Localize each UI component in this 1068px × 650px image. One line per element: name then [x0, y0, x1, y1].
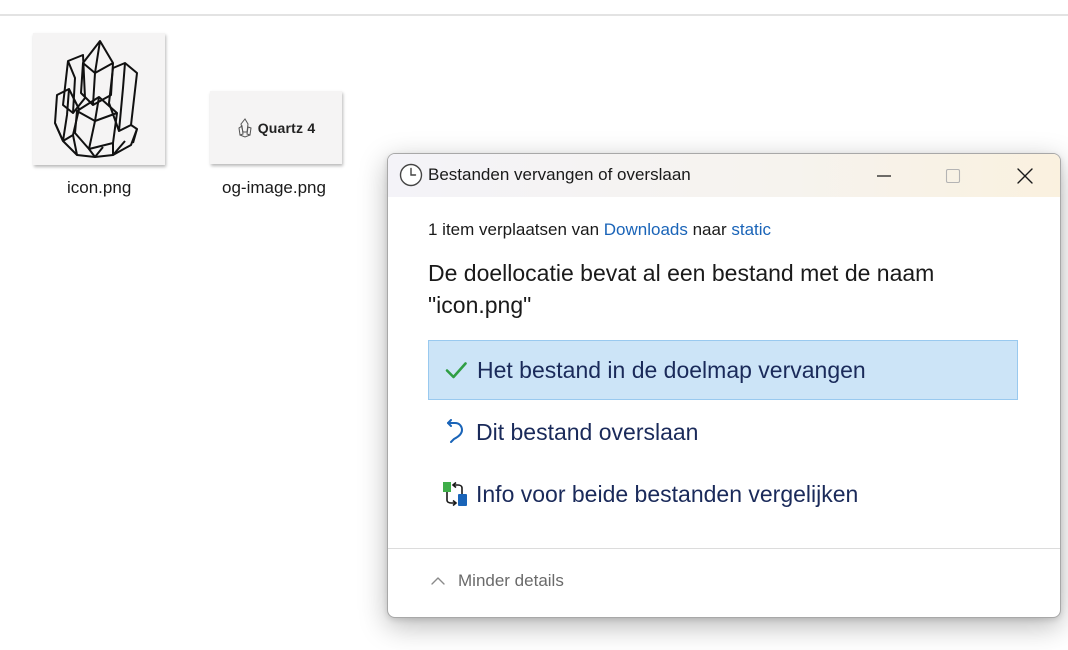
- thumbnail-icon-png: [33, 33, 165, 165]
- file-name-label: og-image.png: [222, 178, 326, 197]
- file-name-label: icon.png: [67, 178, 132, 197]
- target-folder-link[interactable]: static: [731, 220, 771, 239]
- option-skip-label: Dit bestand overslaan: [476, 418, 699, 445]
- option-replace[interactable]: Het bestand in de doelmap vervangen: [428, 340, 1018, 400]
- close-icon: [1017, 167, 1033, 184]
- dialog-titlebar[interactable]: Bestanden vervangen of overslaan: [388, 154, 1060, 197]
- option-replace-label: Het bestand in de doelmap vervangen: [477, 356, 866, 383]
- option-compare-label: Info voor beide bestanden vergelijken: [476, 480, 859, 507]
- minimize-button[interactable]: [850, 154, 918, 197]
- dialog-title: Bestanden vervangen of overslaan: [428, 165, 691, 184]
- footer-divider: [388, 548, 1060, 549]
- conflict-heading: De doellocatie bevat al een bestand met …: [428, 260, 935, 318]
- crystal-drawing-icon: [54, 40, 138, 158]
- og-preview-title: Quartz 4: [257, 119, 316, 136]
- details-toggle-label: Minder details: [458, 571, 564, 590]
- maximize-icon: [945, 168, 961, 183]
- details-toggle[interactable]: Minder details: [430, 571, 564, 591]
- move-summary-middle: naar: [687, 220, 732, 239]
- replace-or-skip-dialog: Bestanden vervangen of overslaan 1 item …: [387, 153, 1061, 618]
- compare-icon: [442, 481, 468, 507]
- minimize-icon: [877, 174, 891, 177]
- option-compare[interactable]: Info voor beide bestanden vergelijken: [428, 464, 1018, 524]
- move-summary: 1 item verplaatsen van Downloads naar st…: [428, 220, 771, 240]
- option-skip[interactable]: Dit bestand overslaan: [428, 402, 1018, 462]
- close-button[interactable]: [991, 154, 1059, 197]
- maximize-button: [919, 154, 987, 197]
- checkmark-icon: [443, 357, 469, 383]
- chevron-up-icon: [431, 577, 445, 585]
- skip-arrow-icon: [442, 419, 468, 445]
- thumbnail-og-image-png: Quartz 4: [210, 91, 342, 164]
- clock-icon: [399, 163, 423, 187]
- source-folder-link[interactable]: Downloads: [604, 220, 688, 239]
- top-divider: [0, 14, 1068, 16]
- move-summary-prefix: 1 item verplaatsen van: [428, 220, 604, 239]
- quartz-logo-icon: [238, 117, 252, 138]
